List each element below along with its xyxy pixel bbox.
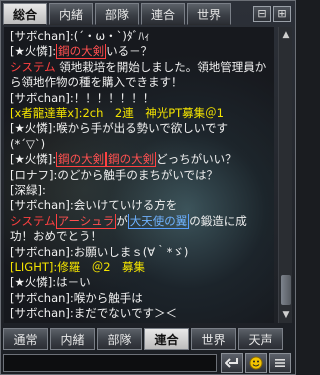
send-icon[interactable] [221, 353, 243, 373]
scroll-up-icon[interactable]: ▲ [280, 29, 292, 41]
input-row [3, 352, 295, 374]
item-link[interactable]: 鋼の大剣 [56, 152, 107, 168]
chat-text: いる－？ [106, 44, 153, 59]
chat-text: [サボchan]:！！！！！！！ [10, 90, 155, 105]
send-tab-4[interactable]: 世界 [191, 328, 236, 350]
send-tab-1[interactable]: 内緒 [50, 328, 95, 350]
resize-icon[interactable]: ⊞ [273, 6, 291, 22]
chat-text: ら領地作物の種を購入できます！ [10, 75, 183, 90]
chat-text: [サボchan]:(´・ω・`)ﾀﾞﾊｨ [10, 29, 150, 43]
chat-line: [★火憐]:喉から手が出る勢いで欲しいです [10, 121, 272, 136]
chat-line: システム 領地栽培を開始しました。領地管理員か [10, 60, 272, 75]
emoji-icon[interactable] [245, 353, 267, 373]
chat-text: が [116, 213, 128, 228]
chat-line: [サボchan]:会いけていける方を [10, 198, 272, 213]
tab-1[interactable]: 内緒 [49, 3, 93, 25]
chat-text: [ロナフ]:のどから触手のまちがいでは？ [10, 167, 219, 182]
send-channel-tabs: 通常 内緒 部隊 連合 世界 天声 [3, 328, 283, 350]
scroll-down-icon[interactable]: ▼ [280, 309, 292, 321]
chat-text: 領地栽培を開始しました。領地管理員か [55, 59, 267, 74]
tab-3[interactable]: 連合 [141, 3, 185, 25]
tab-0[interactable]: 総合 [3, 3, 47, 25]
chat-text: [サボchan]:お願いしまｓ(∀｀*ゞ) [10, 244, 189, 259]
chat-text: システム [10, 213, 56, 228]
send-tab-0[interactable]: 通常 [3, 328, 48, 350]
chat-line: [LIGHT]:修羅 ＠2 募集 [10, 260, 272, 275]
item-link[interactable]: 大天使の翼 [127, 213, 190, 229]
chat-line: ら領地作物の種を購入できます！ [10, 75, 272, 90]
chat-line: 功！おめでとう！ [10, 229, 272, 244]
item-link[interactable]: アーシュラ [55, 213, 117, 229]
chat-line: システム アーシュラが大天使の翼 の鍛造に成 [10, 213, 272, 229]
tab-2[interactable]: 部隊 [95, 3, 139, 25]
chat-text: [x者龍達華x]:2ch 2連 神光PT募集＠1 [10, 106, 224, 120]
chat-text: [★火憐]:喉から手が出る勢いで欲しいです [10, 121, 228, 136]
chat-text: [サボchan]:会いけていける方を [10, 198, 178, 213]
chat-text: システム [10, 59, 56, 74]
chat-line: (*´▽`) [10, 137, 272, 152]
chat-line: [ロナフ]:のどから触手のまちがいでは？ [10, 168, 272, 183]
chat-text: [LIGHT]:修羅 ＠2 募集 [10, 260, 146, 274]
item-link[interactable]: 鋼の大剣 [56, 44, 107, 60]
tab-4[interactable]: 世界 [187, 3, 231, 25]
chat-text: [★火憐]:は－い [10, 275, 91, 290]
chat-line: [深緑]: [10, 183, 272, 198]
send-tab-5[interactable]: 天声 [238, 328, 283, 350]
chat-text: [深緑]: [10, 183, 46, 197]
chat-text: どっちがいい？ [156, 152, 237, 167]
chat-scrollbar[interactable]: ▲ ▼ [278, 27, 292, 323]
settings-icon[interactable]: ⊟ [253, 6, 271, 22]
chat-text: [★火憐]: [10, 152, 57, 167]
chat-text: [サボchan]:まだでないです＞＜ [10, 306, 177, 321]
menu-icon[interactable] [269, 353, 291, 373]
chat-line: [サボchan]:(´・ω・`)ﾀﾞﾊｨ [10, 29, 272, 44]
chat-line: [★火憐]: 鋼の大剣 鋼の大剣 どっちがいい？ [10, 152, 272, 168]
chat-line: [★火憐]: 鋼の大剣 いる－？ [10, 44, 272, 60]
chat-text: の鍛造に成 [189, 213, 247, 228]
chat-line: [サボchan]:喉から触手は [10, 291, 272, 306]
channel-tabs: 総合 内緒 部隊 連合 世界 [3, 3, 231, 25]
send-tab-2[interactable]: 部隊 [97, 328, 142, 350]
chat-log: [サボchan]:(´・ω・`)ﾀﾞﾊｨ [★火憐]: 鋼の大剣 いる－？ システム 領… [4, 27, 274, 323]
chat-line: [★火憐]:は－い [10, 275, 272, 290]
chat-text: [★火憐]: [10, 44, 57, 59]
chat-line: [サボchan]:まだでないです＞＜ [10, 306, 272, 321]
item-link[interactable]: 鋼の大剣 [106, 152, 157, 168]
chat-input[interactable] [3, 354, 217, 372]
chat-text: 功！おめでとう！ [10, 229, 102, 244]
chat-line: [x者龍達華x]:2ch 2連 神光PT募集＠1 [10, 106, 272, 121]
scroll-thumb[interactable] [281, 275, 291, 305]
chat-text: [サボchan]:喉から触手は [10, 290, 143, 305]
chat-window: 総合 内緒 部隊 連合 世界 ⊟ ⊞ [サボchan]:(´・ω・`)ﾀﾞﾊｨ [★火憐]… [0, 0, 296, 375]
chat-line: [サボchan]:！！！！！！！ [10, 91, 272, 106]
chat-text: (*´▽`) [10, 136, 46, 151]
chat-line: [サボchan]:お願いしまｓ(∀｀*ゞ) [10, 245, 272, 260]
send-tab-3[interactable]: 連合 [144, 328, 189, 350]
